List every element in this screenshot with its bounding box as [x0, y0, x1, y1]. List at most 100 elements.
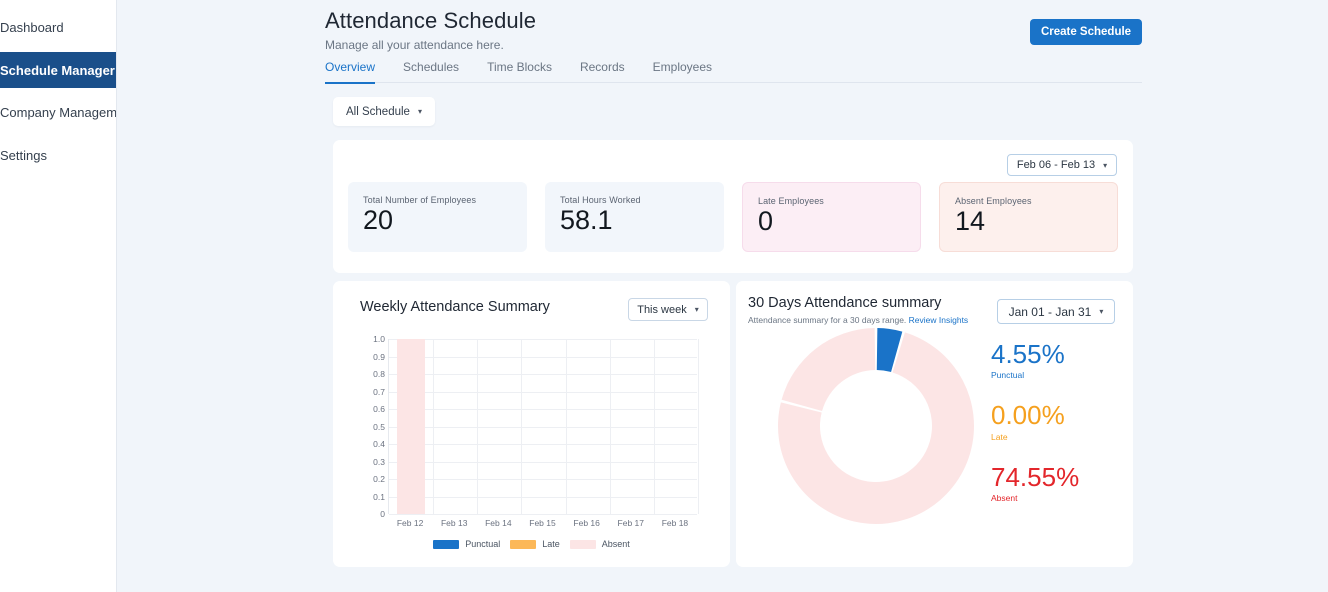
tab-time-blocks[interactable]: Time Blocks	[487, 60, 552, 82]
sidebar-item-label: Company Management	[0, 104, 117, 120]
bar-segment	[396, 339, 426, 514]
schedule-filter-dropdown[interactable]: All Schedule ▾	[333, 97, 435, 126]
x-tick-label: Feb 16	[573, 518, 600, 528]
weekly-attendance-card: Weekly Attendance Summary This week ▾ 1.…	[333, 281, 730, 567]
donut-metrics-list: 4.55% Punctual 0.00% Late 74.55% Absent	[991, 340, 1121, 525]
horizontal-gridline	[389, 461, 697, 463]
sidebar: Dashboard Schedule Manager Company Manag…	[0, 0, 117, 592]
donut-date-range-dropdown[interactable]: Jan 01 - Jan 31 ▾	[997, 299, 1115, 324]
vertical-gridline	[565, 339, 567, 514]
stat-card-row: Total Number of Employees 20 Total Hours…	[348, 182, 1118, 252]
donut-metric-label: Late	[991, 431, 1008, 442]
x-tick-label: Feb 18	[661, 518, 689, 528]
stat-value: 14	[954, 206, 986, 236]
tab-records[interactable]: Records	[580, 60, 625, 82]
x-tick-label: Feb 15	[529, 518, 556, 528]
legend-label: Absent	[601, 539, 630, 549]
y-axis-tick-labels: 1.0 0.9 0.8 0.7 0.6 0.5 0.4 0.3 0.2 0.1 0	[359, 334, 385, 519]
y-tick-label: 0.8	[373, 369, 385, 379]
donut-chart-title: 30 Days Attendance summary	[748, 295, 942, 311]
schedule-filter-label: All Schedule	[346, 105, 410, 118]
stat-value: 0	[757, 206, 773, 236]
review-insights-link[interactable]: Review Insights	[909, 315, 969, 325]
main-content: Attendance Schedule Manage all your atte…	[117, 0, 1328, 592]
bar-chart-legend: Punctual Late Absent	[333, 539, 730, 549]
sidebar-item-label: Schedule Manager	[0, 62, 115, 78]
donut-metric-value: 0.00%	[991, 400, 1065, 431]
page-title: Attendance Schedule	[325, 8, 537, 33]
legend-swatch	[569, 539, 596, 549]
legend-swatch	[510, 539, 537, 549]
tab-bar: Overview Schedules Time Blocks Records E…	[325, 60, 1142, 84]
y-tick-label: 0.6	[373, 404, 385, 414]
horizontal-gridline	[389, 339, 697, 340]
sidebar-item-settings[interactable]: Settings	[0, 137, 116, 173]
weekly-period-label: This week	[637, 303, 687, 316]
chevron-down-icon: ▾	[694, 305, 699, 314]
vertical-gridline	[433, 339, 435, 514]
sidebar-item-schedule-manager[interactable]: Schedule Manager	[0, 52, 116, 88]
donut-segment	[781, 328, 876, 411]
legend-label: Late	[542, 539, 560, 549]
horizontal-gridline	[389, 496, 697, 498]
y-tick-label: 0.9	[373, 351, 385, 362]
y-tick-label: 0.5	[373, 421, 385, 432]
tab-schedules[interactable]: Schedules	[403, 60, 459, 82]
donut-metric: 4.55% Punctual	[991, 340, 1121, 381]
stat-card-total-hours-worked: Total Hours Worked 58.1	[544, 182, 724, 252]
sidebar-item-dashboard[interactable]: Dashboard	[0, 9, 116, 45]
sidebar-item-company-management[interactable]: Company Management	[0, 94, 117, 130]
chevron-down-icon: ▾	[1099, 307, 1104, 316]
donut-chart-svg	[778, 328, 974, 524]
horizontal-gridline	[389, 356, 697, 358]
chevron-down-icon: ▾	[417, 107, 422, 116]
horizontal-gridline	[389, 479, 697, 480]
stats-date-range-dropdown[interactable]: Feb 06 - Feb 13 ▾	[1007, 154, 1117, 176]
stat-card-absent-employees: Absent Employees 14	[938, 182, 1118, 252]
bar-chart-plot-area	[388, 339, 699, 515]
y-tick-label: 0.4	[373, 439, 385, 449]
stat-card-total-employees: Total Number of Employees 20	[348, 182, 527, 252]
legend-swatch	[433, 539, 460, 549]
stat-card-late-employees: Late Employees 0	[741, 182, 921, 252]
tab-employees[interactable]: Employees	[653, 60, 712, 82]
donut-metric: 74.55% Absent	[991, 463, 1121, 503]
legend-label: Punctual	[465, 539, 501, 549]
stats-panel: Feb 06 - Feb 13 ▾ Total Number of Employ…	[333, 140, 1133, 273]
stat-label: Total Number of Employees	[363, 195, 477, 205]
stats-date-range-label: Feb 06 - Feb 13	[1016, 159, 1096, 171]
legend-item: Late	[510, 539, 560, 549]
create-schedule-button[interactable]: Create Schedule	[1030, 19, 1142, 45]
horizontal-gridline	[389, 374, 697, 375]
weekly-period-dropdown[interactable]: This week ▾	[628, 298, 708, 321]
x-tick-label: Feb 14	[485, 518, 512, 528]
y-tick-label: 0.2	[373, 474, 385, 484]
weekly-bar-chart: 1.0 0.9 0.8 0.7 0.6 0.5 0.4 0.3 0.2 0.1 0 Feb 12 Fe…	[333, 334, 730, 549]
charts-row: Weekly Attendance Summary This week ▾ 1.…	[333, 281, 1133, 567]
donut-metric-label: Punctual	[991, 370, 1025, 381]
y-tick-label: 0.3	[373, 456, 385, 467]
x-tick-label: Feb 17	[617, 518, 645, 528]
chevron-down-icon: ▾	[1103, 160, 1108, 170]
donut-chart	[776, 326, 976, 526]
page-subtitle: Manage all your attendance here.	[325, 38, 504, 52]
weekly-chart-title: Weekly Attendance Summary	[360, 299, 550, 315]
horizontal-gridline	[389, 514, 697, 515]
x-axis-tick-labels: Feb 12 Feb 13 Feb 14 Feb 15 Feb 16 Feb 17 Feb …	[388, 518, 697, 534]
donut-metric-label: Absent	[991, 492, 1018, 503]
x-tick-label: Feb 13	[440, 518, 468, 528]
vertical-gridline	[477, 339, 479, 514]
thirty-days-attendance-card: 30 Days Attendance summary Attendance su…	[736, 281, 1133, 567]
stat-value: 58.1	[559, 205, 613, 235]
tab-overview[interactable]: Overview	[325, 60, 376, 84]
y-tick-label: 0	[380, 509, 385, 519]
stat-label: Late Employees	[757, 196, 824, 206]
donut-metric: 0.00% Late	[991, 400, 1121, 442]
vertical-gridline	[521, 339, 523, 514]
stat-value: 20	[363, 205, 394, 235]
stat-label: Absent Employees	[954, 196, 1032, 206]
donut-subtitle-text: Attendance summary for a 30 days range.	[748, 315, 907, 325]
horizontal-gridline	[389, 426, 697, 428]
vertical-gridline	[609, 339, 611, 514]
y-tick-label: 0.7	[373, 386, 385, 397]
